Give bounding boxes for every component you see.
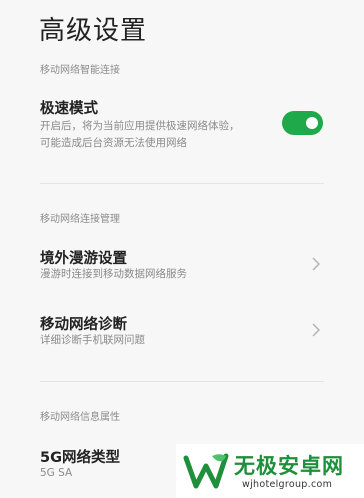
roaming-settings-title: 境外漫游设置 <box>40 251 127 267</box>
roaming-settings-description: 漫游时连接到移动数据网络服务 <box>40 268 187 280</box>
watermark: 无极安卓网 wjhotelgroup.com <box>176 444 364 498</box>
fast-mode-toggle[interactable] <box>282 111 323 135</box>
divider <box>40 381 324 382</box>
chevron-right-icon <box>312 257 320 271</box>
fast-mode-description: 开启后，将为当前应用提供极速网络体验， 可能造成后台资源无法使用网络 <box>40 118 310 152</box>
page-title: 高级设置 <box>39 16 148 46</box>
toggle-knob <box>306 117 318 129</box>
watermark-url: wjhotelgroup.com <box>242 479 333 490</box>
section-header-connection-management: 移动网络连接管理 <box>40 214 120 225</box>
network-diagnosis-description: 详细诊断手机联网问题 <box>40 334 145 346</box>
fast-mode-description-line-1: 开启后，将为当前应用提供极速网络体验， <box>40 120 240 132</box>
section-header-network-info: 移动网络信息属性 <box>40 412 120 423</box>
fast-mode-description-line-2: 可能造成后台资源无法使用网络 <box>40 137 187 149</box>
fast-mode-title: 极速模式 <box>40 101 98 117</box>
watermark-title: 无极安卓网 <box>234 454 344 478</box>
chevron-right-icon <box>312 323 320 337</box>
leaf-w-logo-icon <box>183 453 229 489</box>
5g-network-type-title: 5G网络类型 <box>40 450 120 466</box>
network-diagnosis-title: 移动网络诊断 <box>40 317 127 333</box>
divider <box>40 183 324 184</box>
section-header-smart-connection: 移动网络智能连接 <box>40 65 120 76</box>
